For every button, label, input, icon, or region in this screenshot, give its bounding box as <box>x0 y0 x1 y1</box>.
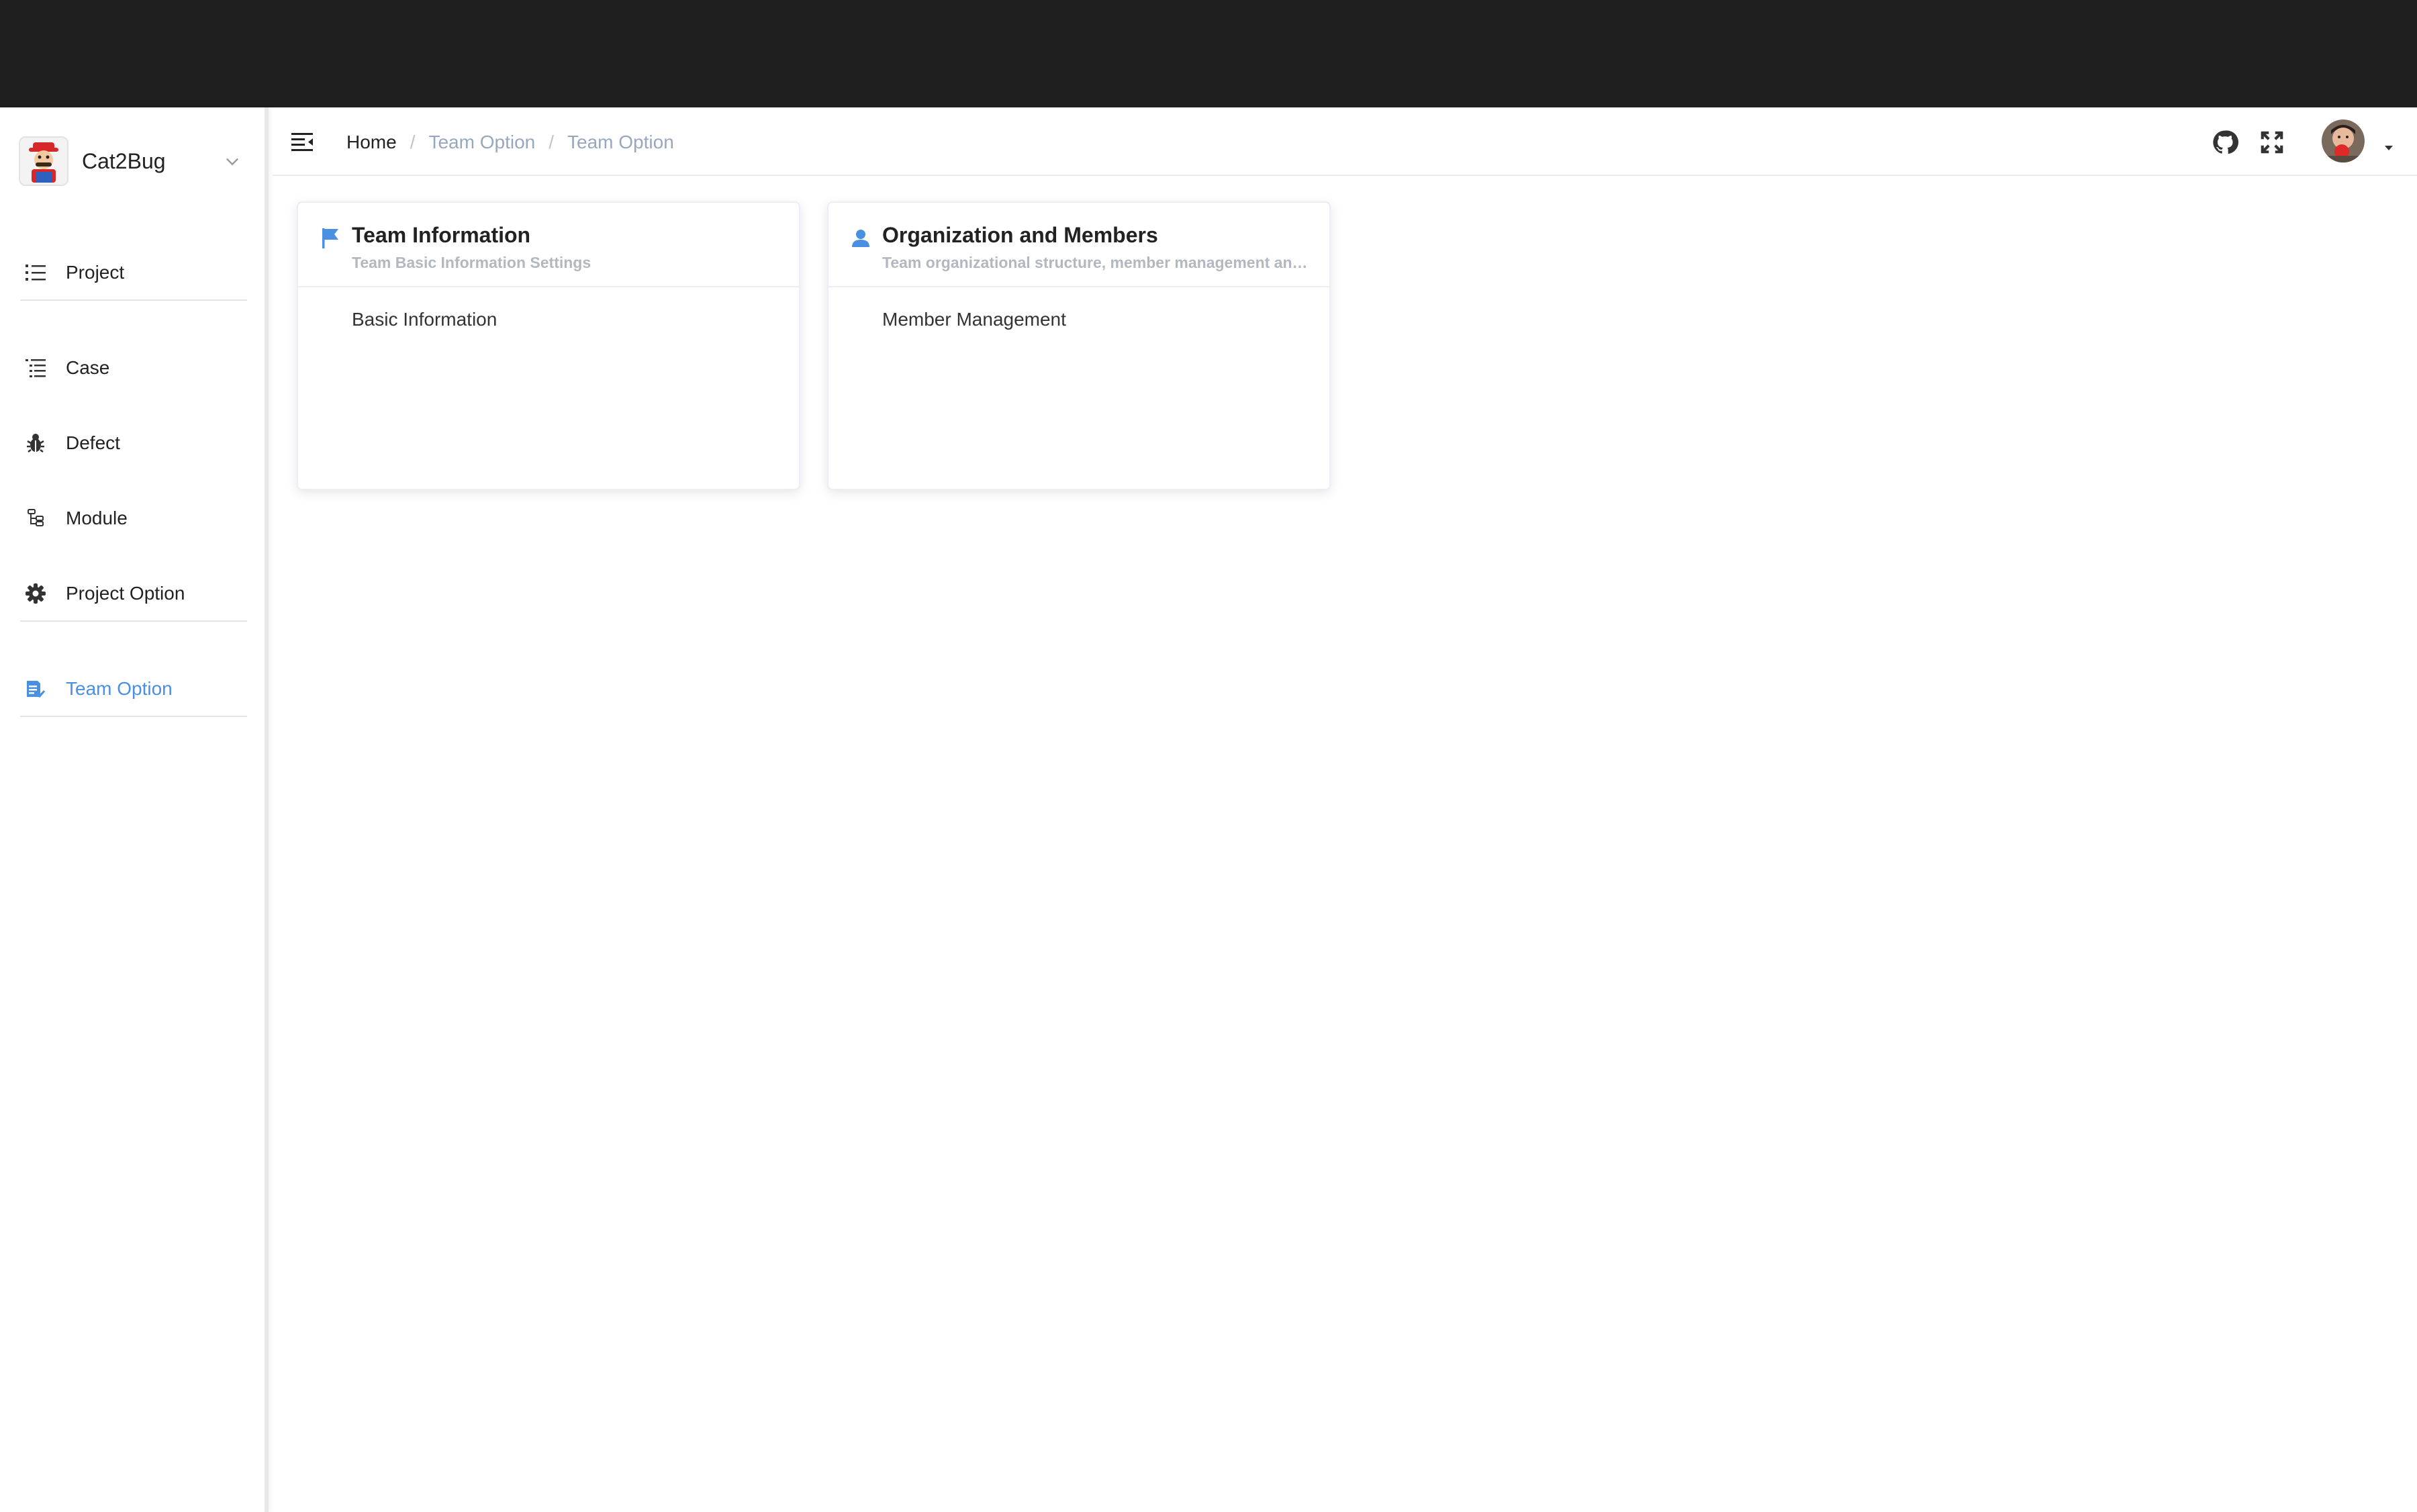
app-root: Cat2Bug Project Case Defect Module Proje… <box>0 107 2417 1512</box>
brand-logo <box>19 136 68 186</box>
menu-toggle-icon[interactable] <box>290 129 317 156</box>
github-icon[interactable] <box>2210 128 2240 157</box>
breadcrumb-separator: / <box>410 132 416 152</box>
caret-down-icon[interactable] <box>2382 142 2396 153</box>
card-subtitle: Team Basic Information Settings <box>352 254 591 271</box>
sidebar-item-label: Team Option <box>66 678 173 699</box>
sidebar-item-case[interactable]: Case <box>24 349 246 387</box>
gear-icon <box>24 582 47 605</box>
sidebar: Cat2Bug Project Case Defect Module Proje… <box>0 107 269 1512</box>
avatar[interactable] <box>2322 120 2365 162</box>
brand-selector[interactable]: Cat2Bug <box>19 134 247 188</box>
card-team-information: Team Information Team Basic Information … <box>297 201 800 490</box>
chevron-down-icon[interactable] <box>223 152 242 171</box>
list-icon <box>24 261 47 284</box>
breadcrumb-home[interactable]: Home <box>346 132 397 153</box>
sidebar-item-label: Project Option <box>66 583 185 604</box>
breadcrumb-separator: / <box>549 132 555 152</box>
flag-icon <box>322 228 338 248</box>
team-doc-icon <box>24 677 47 700</box>
header-actions <box>2202 107 2417 176</box>
top-dark-bar <box>0 0 2417 107</box>
breadcrumb: Home / Team Option / Team Option <box>346 128 674 157</box>
nav-divider <box>20 620 247 622</box>
breadcrumb-team-option: Team Option <box>428 132 536 152</box>
sidebar-item-label: Defect <box>66 432 120 453</box>
nav-divider <box>20 716 247 717</box>
bug-icon <box>24 432 47 455</box>
card-subtitle: Team organizational structure, member ma… <box>882 254 1312 271</box>
card-header: Organization and Members Team organizati… <box>828 203 1329 287</box>
basic-information-link[interactable]: Basic Information <box>352 309 497 330</box>
sidebar-item-project[interactable]: Project <box>24 254 246 291</box>
tree-list-icon <box>24 357 47 379</box>
fullscreen-icon[interactable] <box>2257 128 2287 157</box>
sidebar-item-label: Project <box>66 262 125 283</box>
sidebar-item-team-option[interactable]: Team Option <box>24 670 246 708</box>
sidebar-item-defect[interactable]: Defect <box>24 424 246 462</box>
user-icon <box>852 230 869 247</box>
breadcrumb-current: Team Option <box>567 132 674 152</box>
header-bar: Home / Team Option / Team Option <box>273 107 2417 176</box>
sidebar-item-label: Module <box>66 508 128 528</box>
sidebar-item-module[interactable]: Module <box>24 500 246 537</box>
mascot-icon <box>29 142 58 183</box>
nav-divider <box>20 299 247 301</box>
sidebar-item-label: Case <box>66 357 110 378</box>
card-header: Team Information Team Basic Information … <box>298 203 799 287</box>
card-title: Team Information <box>352 223 531 247</box>
card-title: Organization and Members <box>882 223 1158 247</box>
brand-name: Cat2Bug <box>82 148 166 173</box>
module-tree-icon <box>24 507 47 530</box>
member-management-link[interactable]: Member Management <box>882 309 1066 330</box>
card-organization-members: Organization and Members Team organizati… <box>827 201 1331 490</box>
sidebar-item-project-option[interactable]: Project Option <box>24 575 246 612</box>
